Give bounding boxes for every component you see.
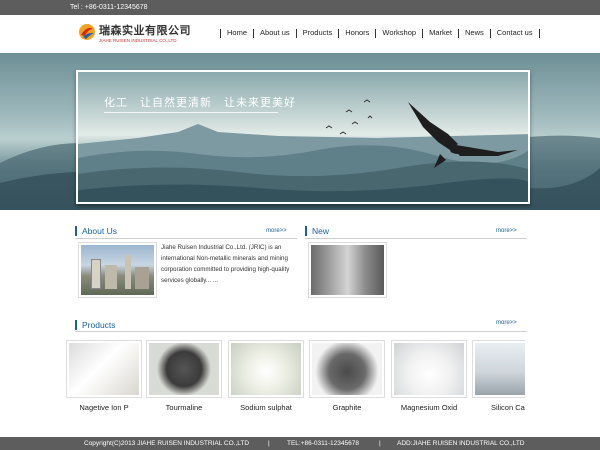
logo-chinese-name[interactable]: 瑞森实业有限公司 [99,22,191,38]
product-image [309,340,385,398]
product-card[interactable]: Silicon Carl [472,340,525,412]
product-name: Silicon Carl [491,403,525,412]
about-divider [75,238,297,239]
product-image [391,340,467,398]
banner-slide[interactable]: 化工 让自然更清新 让未来更美好 [76,70,530,204]
news-title: New [305,226,329,236]
page: Tel : +86-0311-12345678 瑞森实业有限公司 JIAHE R… [0,0,600,450]
products-title: Products [75,320,116,330]
news-divider [305,238,527,239]
nav-divider [538,28,540,38]
logo-english-name: JIAHE RUISEN INDUSTRIAL CO.,LTD [99,38,177,43]
about-more-link[interactable]: more>> [266,228,287,234]
product-card[interactable]: Magnesium Oxid [391,340,467,412]
product-image [66,340,142,398]
news-workshop-photo[interactable] [308,242,387,298]
nav-news[interactable]: News [459,26,490,40]
product-image [228,340,304,398]
product-image [472,340,525,398]
nav-workshop[interactable]: Workshop [376,26,422,40]
footer-divider: | [379,440,381,447]
about-summary: Jiahe Ruisen Industrial Co.,Ltd. (JRIC) … [161,244,290,284]
products-more-link[interactable]: more>> [496,320,517,326]
product-name: Nagetive Ion P [79,403,129,412]
footer-address: ADD:JIAHE RUISEN INDUSTRIAL CO.,LTD [397,440,525,447]
product-name: Graphite [332,403,362,412]
nav-home[interactable]: Home [221,26,253,40]
top-bar: Tel : +86-0311-12345678 [0,0,600,15]
nav-honors[interactable]: Honors [339,26,375,40]
footer: Copyright(C)2013 JIAHE RUISEN INDUSTRIAL… [0,437,600,450]
banner-underline [104,112,278,113]
product-name: Tourmaline [165,403,203,412]
product-card[interactable]: Graphite [309,340,385,412]
header: 瑞森实业有限公司 JIAHE RUISEN INDUSTRIAL CO.,LTD… [0,15,600,53]
logo-icon[interactable] [78,23,96,41]
about-us-title: About Us [75,226,117,236]
footer-phone: TEL:+86-0311-12345678 [287,440,359,447]
about-factory-photo[interactable] [78,242,157,298]
product-image [146,340,222,398]
footer-copyright: Copyright(C)2013 JIAHE RUISEN INDUSTRIAL… [84,440,250,447]
product-name: Sodium sulphat [240,403,292,412]
product-card[interactable]: Nagetive Ion P [66,340,142,412]
banner-slogan: 化工 让自然更清新 让未来更美好 [104,96,296,109]
nav-contact-us[interactable]: Contact us [491,26,539,40]
nav-products[interactable]: Products [297,26,339,40]
nav-about-us[interactable]: About us [254,26,296,40]
product-carousel: Nagetive Ion P Tourmaline Sodium sulphat… [66,338,525,418]
product-card[interactable]: Sodium sulphat [228,340,304,412]
products-divider [75,331,527,332]
main-nav: Home About us Products Honors Workshop M… [220,26,540,40]
top-phone: Tel : +86-0311-12345678 [70,4,148,11]
footer-divider: | [268,440,270,447]
news-more-link[interactable]: more>> [496,228,517,234]
bird-flock-icon [325,99,373,135]
banner-landscape [78,99,528,202]
nav-market[interactable]: Market [423,26,458,40]
product-card[interactable]: Tourmaline [146,340,222,412]
product-name: Magnesium Oxid [400,403,458,412]
